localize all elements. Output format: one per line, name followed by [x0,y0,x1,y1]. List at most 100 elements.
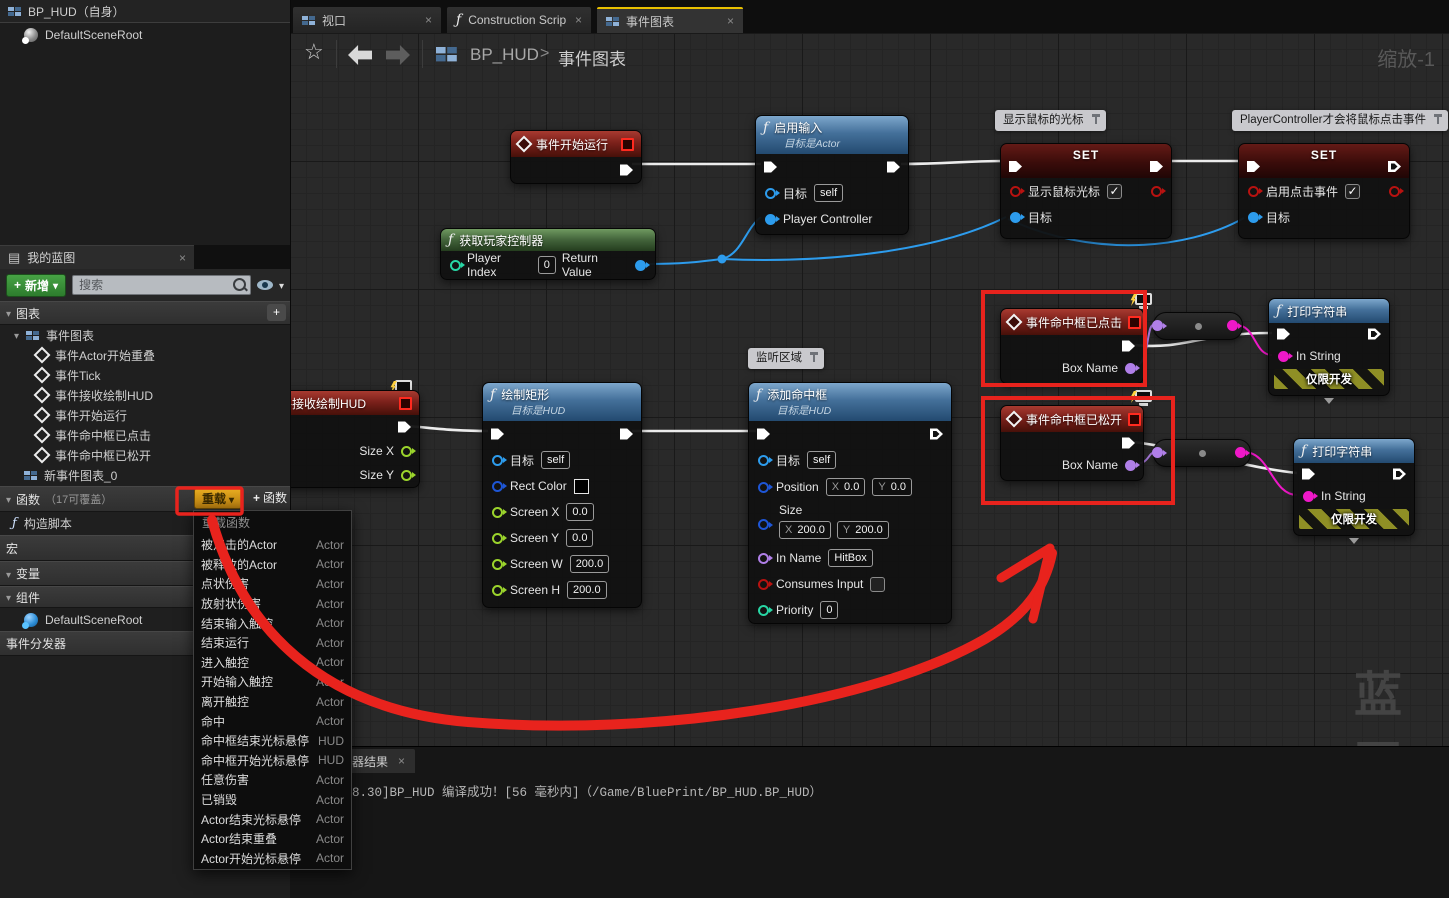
menu-item[interactable]: 命中框开始光标悬停HUD [194,751,351,771]
position-y-value[interactable]: Y0.0 [872,478,912,496]
expand-node-arrow[interactable] [1324,398,1334,404]
collapse-triangle-icon[interactable] [6,567,11,581]
collapsed-conversion-node[interactable] [1153,439,1251,467]
node-draw-rect[interactable]: 绘制矩形 目标是HUD 目标 self Rect Color Screen X … [482,382,642,608]
box-name-pin[interactable] [1125,460,1136,471]
menu-item[interactable]: 结束运行Actor [194,633,351,653]
enable-click-events-pin[interactable] [1248,186,1259,197]
visibility-eye-icon[interactable] [257,280,273,290]
output-value-pin[interactable] [1389,186,1400,197]
add-function-button[interactable]: 函数 [253,489,287,506]
screen-w-pin[interactable] [492,559,503,570]
priority-pin[interactable] [758,605,769,616]
screen-h-value[interactable]: 200.0 [567,581,607,599]
collapse-triangle-icon[interactable] [14,328,19,342]
favorite-star-icon[interactable] [304,39,324,65]
menu-item[interactable]: 离开触控Actor [194,692,351,712]
screen-x-pin[interactable] [492,507,503,518]
target-value[interactable]: self [807,451,836,469]
menu-item[interactable]: 命中框结束光标悬停HUD [194,731,351,751]
exec-in-pin[interactable] [491,428,504,441]
tree-item-event[interactable]: 事件命中框已点击 [0,425,290,445]
node-event-receive-draw-hud[interactable]: 事件接收绘制HUD Size X Size Y [290,390,420,488]
screen-x-value[interactable]: 0.0 [566,503,593,521]
exec-out-pin[interactable] [1393,468,1406,481]
close-icon[interactable] [425,13,432,27]
tree-item-event[interactable]: 事件接收绘制HUD [0,385,290,405]
menu-item[interactable]: 被释放的ActorActor [194,555,351,575]
node-set-enable-click-events[interactable]: SET 启用点击事件 目标 [1238,143,1410,239]
tree-item-event-graph[interactable]: 事件图表 [0,325,290,345]
exec-out-pin[interactable] [930,428,943,441]
exec-out-pin[interactable] [1122,437,1135,450]
target-pin[interactable] [758,455,769,466]
override-function-button[interactable]: 重载 [194,488,242,509]
tree-item-new-event-graph[interactable]: 新事件图表_0 [0,465,290,486]
output-value-pin[interactable] [1151,186,1162,197]
target-value[interactable]: self [541,451,570,469]
node-comment-listen-area[interactable]: 监听区域 [748,348,824,369]
tab-viewport[interactable]: 视口 [293,7,441,33]
menu-item[interactable]: Actor结束光标悬停Actor [194,809,351,829]
position-pin[interactable] [758,482,769,493]
in-string-pin[interactable] [1303,491,1314,502]
collapse-triangle-icon[interactable] [6,306,11,320]
exec-out-pin[interactable] [620,164,633,177]
node-add-hit-box[interactable]: 添加命中框 目标是HUD 目标 self Position X0.0 Y0.0 … [748,382,952,624]
node-event-begin-play[interactable]: 事件开始运行 [510,130,642,184]
screen-y-value[interactable]: 0.0 [566,529,593,547]
close-icon[interactable] [575,13,582,27]
priority-value[interactable]: 0 [820,601,838,619]
player-controller-pin[interactable] [765,214,776,225]
node-set-show-mouse-cursor[interactable]: SET 显示鼠标光标 目标 [1000,143,1172,239]
exec-out-pin[interactable] [887,161,900,174]
exec-in-pin[interactable] [1302,468,1315,481]
exec-out-pin[interactable] [620,428,633,441]
section-functions[interactable]: 函数 （17可覆盖） 重载 函数 [0,486,290,512]
size-y-pin[interactable] [401,470,412,481]
menu-item[interactable]: 结束输入触控Actor [194,613,351,633]
tree-item-event[interactable]: 事件开始运行 [0,405,290,425]
target-value[interactable]: self [814,184,843,202]
node-enable-input[interactable]: 启用输入 目标是Actor 目标 self Player Controller [755,115,909,235]
collapse-triangle-icon[interactable] [6,590,11,604]
target-pin[interactable] [1010,212,1021,223]
forward-arrow-icon[interactable] [386,45,410,65]
consumes-input-pin[interactable] [758,579,769,590]
exec-out-pin[interactable] [398,421,411,434]
exec-out-pin[interactable] [1368,328,1381,341]
add-graph-button[interactable]: + [267,304,286,321]
pin-comment-icon[interactable] [809,351,820,364]
tree-item-event[interactable]: 事件Actor开始重叠 [0,345,290,365]
node-print-string-top[interactable]: 打印字符串 In String 仅限开发 [1268,298,1390,396]
string-out-pin[interactable] [1227,320,1238,331]
menu-item[interactable]: 命中Actor [194,711,351,731]
menu-item[interactable]: 被点击的ActorActor [194,535,351,555]
box-name-pin[interactable] [1125,363,1136,374]
name-in-pin[interactable] [1152,447,1163,458]
screen-w-value[interactable]: 200.0 [570,555,610,573]
return-value-pin[interactable] [635,260,646,271]
player-index-value[interactable]: 0 [538,256,556,274]
node-print-string-bottom[interactable]: 打印字符串 In String 仅限开发 [1293,438,1415,536]
consumes-input-checkbox[interactable] [870,577,885,592]
pin-comment-icon[interactable] [1433,113,1444,126]
close-icon[interactable] [179,251,186,265]
name-in-pin[interactable] [1152,320,1163,331]
component-item-default-scene-root[interactable]: DefaultSceneRoot [0,23,290,47]
size-pin[interactable] [758,519,769,530]
in-name-pin[interactable] [758,553,769,564]
menu-item[interactable]: 放射状伤害Actor [194,594,351,614]
string-out-pin[interactable] [1235,447,1246,458]
node-comment-show-cursor[interactable]: 显示鼠标的光标 [995,110,1106,131]
menu-item[interactable]: 已销毁Actor [194,790,351,810]
screen-y-pin[interactable] [492,533,503,544]
target-pin[interactable] [765,188,776,199]
tree-item-event[interactable]: 事件命中框已松开 [0,445,290,465]
show-mouse-cursor-pin[interactable] [1010,186,1021,197]
collapse-triangle-icon[interactable] [6,492,11,506]
size-x-value[interactable]: X200.0 [779,521,831,539]
position-x-value[interactable]: X0.0 [826,478,866,496]
player-index-pin[interactable] [450,260,461,271]
screen-h-pin[interactable] [492,585,503,596]
